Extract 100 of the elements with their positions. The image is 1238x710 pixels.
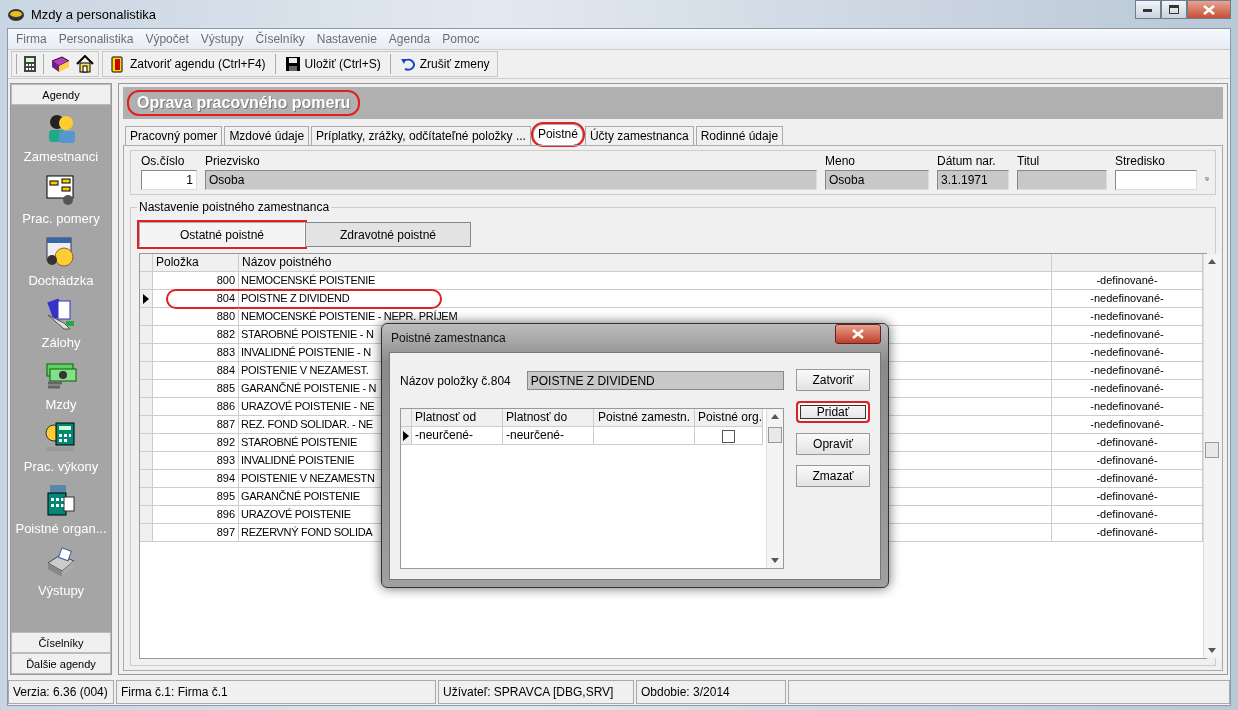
building-calculator-icon xyxy=(44,483,78,517)
sidebar-section-button[interactable]: Ďalšie agendy xyxy=(11,653,111,674)
minimize-icon xyxy=(1143,7,1153,12)
sidebar-header: Agendy xyxy=(11,84,111,105)
table-cell: 800 xyxy=(153,272,239,290)
header-corner-cell xyxy=(401,409,412,427)
text-field[interactable]: 1 xyxy=(141,170,197,190)
table-cell: 884 xyxy=(153,362,239,380)
minimize-button[interactable] xyxy=(1135,0,1161,19)
table-cell: -neurčené- xyxy=(412,427,503,445)
window-title: Mzdy a personalistika xyxy=(31,6,157,22)
dialog-title: Poistné zamestnanca xyxy=(390,331,506,345)
scroll-down-icon[interactable] xyxy=(1208,648,1216,653)
text-field[interactable]: POISTNE Z DIVIDEND xyxy=(526,371,784,390)
text-field[interactable]: Osoba xyxy=(825,170,929,190)
table-cell: NEMOCENSKÉ POISTENIE xyxy=(239,272,1052,290)
text-field[interactable] xyxy=(1017,170,1107,190)
text-field[interactable]: 3.1.1971 xyxy=(937,170,1009,190)
table-cell: 883 xyxy=(153,344,239,362)
calculator-icon[interactable] xyxy=(23,55,37,73)
dialog-button[interactable]: Zatvoriť xyxy=(796,369,870,391)
menu-item[interactable]: Pomoc xyxy=(436,32,486,46)
section-tab[interactable]: Ostatné poistné xyxy=(139,222,305,247)
table-cell: 804 xyxy=(153,290,239,308)
status-field: Verzia: 6.36 (004) xyxy=(8,680,114,704)
tab[interactable]: Rodinné údaje xyxy=(695,126,784,145)
section-tab[interactable]: Zdravotné poistné xyxy=(305,222,471,247)
header-corner-cell xyxy=(140,254,153,272)
menu-item[interactable]: Nastavenie xyxy=(310,32,383,46)
tab[interactable]: Mzdové údaje xyxy=(224,126,310,145)
field-label: Meno xyxy=(825,154,857,168)
scrollbar-track[interactable] xyxy=(766,409,783,568)
table-cell: -neurčené- xyxy=(503,427,594,445)
status-field: Firma č.1: Firma č.1 xyxy=(116,680,436,704)
close-icon xyxy=(852,329,864,339)
sidebar-section-button[interactable]: Číselníky xyxy=(11,632,111,653)
dialog-button[interactable]: Zmazať xyxy=(796,465,870,487)
table-cell: 882 xyxy=(153,326,239,344)
tab[interactable]: Príplatky, zrážky, odčítateľné položky ... xyxy=(311,126,531,145)
table-cell: 896 xyxy=(153,506,239,524)
toolbar-button[interactable]: Uložiť (Ctrl+S) xyxy=(281,53,384,75)
group-title: Nastavenie poistného zamestnanca xyxy=(137,200,332,214)
column-header[interactable]: Poistné org. xyxy=(695,409,763,427)
dialog-button[interactable]: Opraviť xyxy=(796,433,870,455)
dialog-button[interactable]: Pridať xyxy=(796,401,870,423)
status-field: Obdobie: 3/2014 xyxy=(636,680,786,704)
status-field: Užívateľ: SPRAVCA [DBG,SRV] xyxy=(438,680,634,704)
table-cell: 894 xyxy=(153,470,239,488)
tab[interactable]: Pracovný pomer xyxy=(125,126,223,145)
row-pointer-icon xyxy=(403,430,409,441)
column-header[interactable]: Platnosť do xyxy=(503,409,594,427)
book-icon[interactable] xyxy=(50,55,70,73)
close-button[interactable] xyxy=(835,324,881,344)
menu-item[interactable]: Firma xyxy=(10,32,53,46)
field-label: Titul xyxy=(1017,154,1041,168)
scroll-down-icon[interactable] xyxy=(771,558,779,563)
menu-item[interactable]: Agenda xyxy=(382,32,437,46)
table-cell: 885 xyxy=(153,380,239,398)
table-cell: 892 xyxy=(153,434,239,452)
menu-item[interactable]: Číselníky xyxy=(249,32,311,46)
column-header[interactable]: Položka xyxy=(153,254,239,272)
maximize-icon xyxy=(1169,5,1179,14)
field-label: Stredisko xyxy=(1115,154,1167,168)
scroll-thumb[interactable] xyxy=(1205,442,1219,458)
column-header[interactable]: Poistné zamestn. xyxy=(594,409,695,427)
field-label: Os.číslo xyxy=(141,154,186,168)
table-cell: POISTNE Z DIVIDEND xyxy=(239,290,1052,308)
page-title: Oprava pracovného pomeru xyxy=(129,92,359,114)
maximize-button[interactable] xyxy=(1161,0,1187,19)
field-label: Dátum nar. xyxy=(937,154,997,168)
row-selector[interactable] xyxy=(401,427,412,445)
text-field[interactable] xyxy=(1115,170,1197,190)
menu-item[interactable]: Výstupy xyxy=(194,32,250,46)
scrollbar-track[interactable] xyxy=(1203,254,1220,658)
scroll-thumb[interactable] xyxy=(768,427,782,443)
text-field[interactable]: Osoba xyxy=(205,170,817,190)
close-icon xyxy=(1203,4,1215,15)
field-label: Priezvisko xyxy=(205,154,261,168)
home-icon[interactable] xyxy=(76,55,94,73)
menu-item[interactable]: Výpočet xyxy=(139,32,195,46)
column-header[interactable] xyxy=(1052,254,1203,272)
checkbox[interactable] xyxy=(722,430,735,443)
column-header[interactable]: Platnosť od xyxy=(412,409,503,427)
table-cell: 897 xyxy=(153,524,239,542)
table-cell: 895 xyxy=(153,488,239,506)
scroll-up-icon[interactable] xyxy=(1208,259,1216,264)
table-cell: 886 xyxy=(153,398,239,416)
table-cell: 887 xyxy=(153,416,239,434)
menu-item[interactable]: Personalistika xyxy=(52,32,140,46)
table-cell: 893 xyxy=(153,452,239,470)
toolbar-button[interactable]: Zrušiť zmeny xyxy=(396,53,493,75)
row-selector[interactable] xyxy=(140,290,153,308)
column-header[interactable]: Názov poistného xyxy=(239,254,1052,272)
toolbar-button[interactable]: Zatvoriť agendu (Ctrl+F4) xyxy=(107,53,269,75)
row-pointer-icon xyxy=(143,293,149,304)
door-icon xyxy=(110,55,126,73)
tab[interactable]: Účty zamestnanca xyxy=(584,126,694,145)
table-cell: 880 xyxy=(153,308,239,326)
tab[interactable]: Poistné xyxy=(532,124,583,145)
scroll-up-icon[interactable] xyxy=(771,414,779,419)
